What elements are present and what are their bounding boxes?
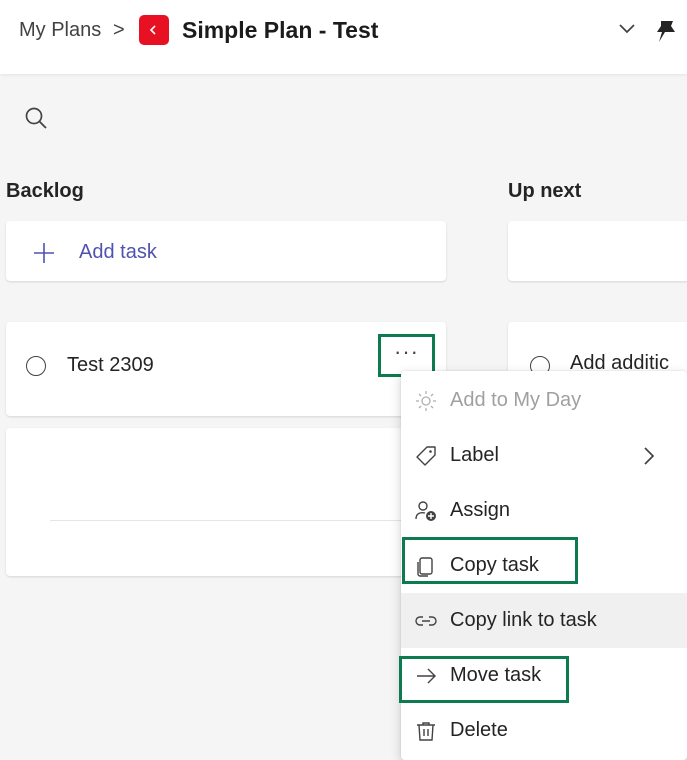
menu-item-delete[interactable]: Delete [401, 703, 687, 758]
trash-icon [415, 720, 437, 742]
menu-item-label: Assign [450, 499, 511, 521]
pin-icon[interactable] [655, 18, 687, 49]
plan-title[interactable]: Simple Plan - Test [182, 17, 378, 44]
task-complete-radio[interactable] [26, 356, 46, 376]
add-task-label[interactable]: Add task [79, 241, 157, 264]
menu-item-assign[interactable]: Assign [401, 483, 687, 538]
menu-item-add-to-my-day: Add to My Day [401, 373, 687, 428]
task-card-empty[interactable] [6, 428, 446, 576]
menu-item-label: Add to My Day [450, 389, 582, 411]
column-title-up-next: Up next [508, 180, 582, 202]
search-icon[interactable] [24, 106, 48, 135]
plan-icon [139, 15, 169, 45]
tag-icon [415, 445, 437, 467]
person-add-icon [415, 500, 437, 522]
breadcrumb-separator: > [113, 19, 125, 41]
card-divider [50, 520, 446, 521]
task-title[interactable]: Test 2309 [67, 354, 154, 377]
breadcrumb-my-plans[interactable]: My Plans [19, 19, 101, 42]
column-title-backlog: Backlog [6, 180, 84, 202]
plan-header: My Plans > Simple Plan - Test [0, 0, 687, 74]
up-next-add-task-card[interactable] [508, 221, 687, 281]
add-task-button[interactable] [6, 221, 446, 281]
link-icon [415, 610, 437, 632]
menu-item-copy-link[interactable]: Copy link to task [401, 593, 687, 648]
menu-item-label: Delete [450, 719, 508, 741]
menu-item-label: Copy link to task [450, 609, 597, 631]
highlight-move-task [399, 656, 569, 703]
plus-icon [32, 241, 56, 270]
sun-icon [415, 390, 437, 412]
menu-item-label: Label [450, 444, 499, 466]
chevron-down-icon[interactable] [618, 22, 636, 41]
chevron-right-icon [642, 446, 656, 471]
menu-item-label-submenu[interactable]: Label [401, 428, 687, 483]
highlight-copy-task [402, 537, 578, 584]
